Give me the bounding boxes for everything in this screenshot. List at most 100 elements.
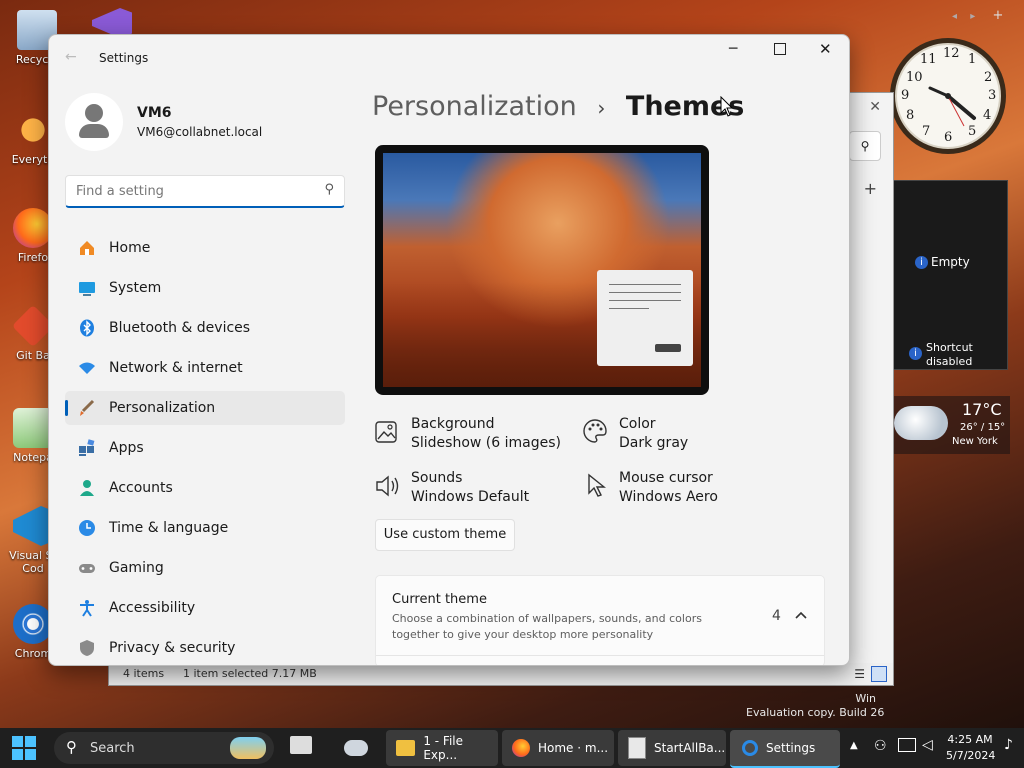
background-title: Background: [411, 416, 495, 432]
task-view-icon: [290, 736, 312, 754]
globe-clock-icon: [77, 518, 97, 538]
mouse-cursor-setting[interactable]: Mouse cursor Windows Aero: [583, 469, 783, 509]
clock-numeral: 12: [943, 46, 960, 61]
shortcut-disabled-label: Shortcut: [926, 341, 973, 354]
details-view-icon[interactable]: ☰: [854, 667, 865, 681]
window-title: Settings: [99, 51, 149, 65]
taskbar-app-settings[interactable]: Settings: [730, 730, 840, 768]
settings-search-input[interactable]: Find a setting ⚲: [65, 175, 345, 208]
clock-numeral: 9: [901, 88, 910, 103]
start-button[interactable]: [12, 736, 36, 760]
firefox-icon: [13, 208, 53, 248]
sounds-title: Sounds: [411, 470, 463, 486]
current-theme-card[interactable]: Current theme Choose a combination of wa…: [375, 575, 825, 665]
brush-icon: [77, 398, 97, 418]
sidebar-item-label: Accessibility: [109, 600, 196, 616]
sidebar-item-label: Personalization: [109, 400, 216, 416]
sidebar-item-personalization[interactable]: Personalization: [65, 391, 345, 425]
color-setting[interactable]: Color Dark gray: [583, 415, 783, 455]
sidebar-item-privacy[interactable]: Privacy & security: [65, 631, 345, 665]
cursor-icon: [587, 473, 607, 503]
sidebar-item-label: Home: [109, 240, 151, 256]
mouse-pointer: [720, 95, 734, 122]
taskbar-app-firefox[interactable]: Home · m...: [502, 730, 614, 766]
taskbar-app-label: 1 - File Exp...: [423, 734, 464, 762]
taskbar-date: 5/7/2024: [946, 749, 996, 762]
slideshow-empty-label: Empty: [931, 255, 970, 269]
home-icon: [77, 238, 97, 258]
clock-numeral: 1: [968, 52, 977, 67]
sidebar-item-network[interactable]: Network & internet: [65, 351, 345, 385]
previous-arrow-icon[interactable]: ◂: [952, 11, 957, 22]
sidebar-item-accessibility[interactable]: Accessibility: [65, 591, 345, 625]
sidebar-item-gaming[interactable]: Gaming: [65, 551, 345, 585]
breadcrumb: Personalization › Themes: [372, 91, 744, 122]
chevron-up-icon[interactable]: ▲: [850, 740, 858, 751]
task-view-button[interactable]: [290, 736, 316, 758]
display-icon[interactable]: [898, 738, 916, 752]
sidebar-item-bluetooth[interactable]: Bluetooth & devices: [65, 311, 345, 345]
notification-bell-icon[interactable]: ♪: [1004, 737, 1013, 753]
volume-muted-icon[interactable]: ◁: [922, 737, 933, 753]
sidebar-item-system[interactable]: System: [65, 271, 345, 305]
clock-numeral: 4: [983, 108, 992, 123]
user-avatar[interactable]: [65, 93, 123, 151]
color-title: Color: [619, 416, 656, 432]
use-custom-theme-button[interactable]: Use custom theme: [375, 519, 515, 551]
close-icon[interactable]: ✕: [869, 99, 881, 115]
wifi-icon: [77, 358, 97, 378]
sidebar-item-time-language[interactable]: Time & language: [65, 511, 345, 545]
background-setting[interactable]: Background Slideshow (6 images): [375, 415, 575, 455]
taskbar-app-label: Home · m...: [538, 741, 609, 755]
info-icon: i: [915, 255, 928, 269]
title-bar: ← Settings ─ ✕: [49, 35, 849, 81]
cloud-icon: [894, 406, 948, 440]
current-theme-count: 4: [772, 608, 781, 624]
taskbar-app-file-explorer[interactable]: 1 - File Exp...: [386, 730, 498, 766]
folder-icon: [396, 740, 416, 756]
network-icon[interactable]: ⚇: [874, 738, 887, 754]
taskbar-clock[interactable]: 4:25 AM 5/7/2024: [946, 732, 996, 764]
user-name: VM6: [137, 105, 172, 121]
next-arrow-icon[interactable]: ▸: [970, 11, 975, 22]
clock-numeral: 10: [906, 70, 923, 85]
notepad-icon: [13, 408, 53, 448]
widgets-button[interactable]: [344, 736, 370, 760]
taskbar-app-startallback[interactable]: StartAllBa...: [618, 730, 726, 766]
gamepad-icon: [77, 558, 97, 578]
add-gadget-icon[interactable]: +: [992, 8, 1003, 23]
firefox-icon: [512, 739, 530, 757]
gadget-toolbar: ◂ ▸ +: [952, 8, 1003, 23]
weather-gadget: 17°C 26° / 15° New York: [892, 396, 1010, 454]
breadcrumb-parent[interactable]: Personalization: [372, 91, 577, 122]
search-highlight-icon: [230, 737, 266, 759]
search-box[interactable]: ⚲: [849, 131, 881, 161]
taskbar-search[interactable]: ⚲ Search: [54, 732, 274, 764]
sounds-setting[interactable]: Sounds Windows Default: [375, 469, 575, 509]
slideshow-gadget: i Empty i Shortcut disabled: [892, 180, 1008, 370]
settings-window[interactable]: ← Settings ─ ✕ VM6 VM6@collabnet.local F…: [48, 34, 850, 666]
sidebar-item-home[interactable]: Home: [65, 231, 345, 265]
clock-numeral: 8: [906, 108, 915, 123]
breadcrumb-separator: ›: [597, 96, 606, 120]
bluetooth-icon: [77, 318, 97, 338]
sidebar-item-apps[interactable]: Apps: [65, 431, 345, 465]
user-email: VM6@collabnet.local: [137, 125, 263, 139]
search-icon: ⚲: [66, 738, 77, 756]
clock-numeral: 3: [988, 88, 997, 103]
taskbar: ⚲ Search 1 - File Exp... Home · m... Sta…: [0, 728, 1024, 768]
close-icon[interactable]: ✕: [819, 40, 832, 58]
watermark-line: Win: [855, 692, 876, 705]
search-icon: ⚲: [860, 139, 870, 153]
maximize-icon[interactable]: [774, 43, 786, 55]
new-tab-icon[interactable]: +: [864, 179, 877, 198]
sidebar-item-accounts[interactable]: Accounts: [65, 471, 345, 505]
taskbar-time: 4:25 AM: [947, 733, 993, 746]
chevron-up-icon[interactable]: [794, 608, 808, 626]
explorer-status-bar: 4 items 1 item selected 7.17 MB ☰: [109, 663, 893, 685]
back-arrow-icon[interactable]: ←: [65, 49, 77, 65]
search-placeholder: Find a setting: [76, 184, 164, 199]
clock-gadget: 12 1 2 3 4 5 6 7 8 9 10 11: [888, 36, 1008, 156]
tiles-view-icon[interactable]: [871, 666, 887, 682]
minimize-icon[interactable]: ─: [729, 41, 737, 57]
